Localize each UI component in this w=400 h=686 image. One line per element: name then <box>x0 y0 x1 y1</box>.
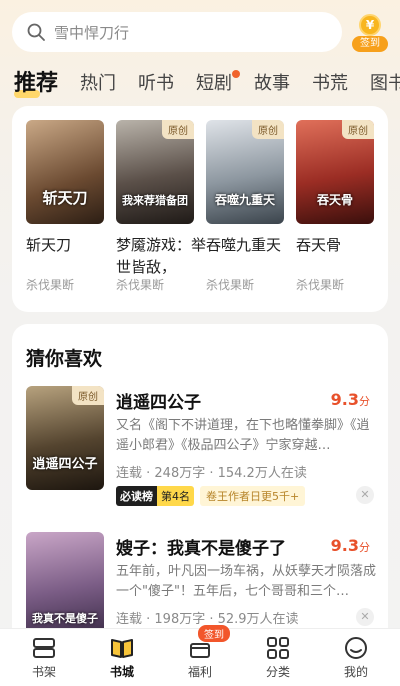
tab-label: 听书 <box>138 73 174 94</box>
ranking-tag: 必读榜 <box>116 486 157 506</box>
cover-title: 吞噬九重天 <box>214 193 275 207</box>
book-author: 杀伐果断 <box>296 278 345 292</box>
search-placeholder: 雪中悍刀行 <box>54 23 130 42</box>
score-unit: 分 <box>359 395 370 408</box>
book-title: 梦魇游戏：举世皆敌， <box>116 236 207 276</box>
tab-short-drama[interactable]: 短剧 <box>196 66 240 102</box>
book-cover: 原创 吞天骨 <box>296 120 374 224</box>
book-title: 斩天刀 <box>26 236 72 254</box>
bookstore-icon <box>111 639 133 658</box>
tab-label: 图书 <box>370 73 400 94</box>
tab-label: 书荒 <box>312 73 348 94</box>
nav-bookstore[interactable]: 书城 <box>92 635 152 680</box>
score-value: 9.3 <box>330 390 359 409</box>
cover-title: 我真不是傻子 <box>32 612 98 625</box>
cover-title: 逍遥四公子 <box>32 457 98 472</box>
tab-books[interactable]: 图书 <box>370 66 400 102</box>
tab-story[interactable]: 故事 <box>254 66 290 102</box>
featured-book[interactable]: 原创 我来荐猎备团 梦魇游戏：举世皆敌， <box>116 120 206 278</box>
tab-book-shortage[interactable]: 书荒 <box>312 66 348 102</box>
recommend-card: 猜你喜欢 原创 逍遥四公子 逍遥四公子 9.3分 又名《阁下不讲道理，在下也略懂… <box>12 324 388 644</box>
author-tag: 卷王作者日更5千+ <box>200 486 306 506</box>
featured-book[interactable]: 原创 吞噬九重天 吞噬九重天 <box>206 120 284 256</box>
book-description: 又名《阁下不讲道理，在下也略懂拳脚》《逍遥小郎君》《极品四公子》宁家穿越… <box>116 418 370 453</box>
tab-label: 故事 <box>254 73 290 94</box>
tab-hot[interactable]: 热门 <box>80 66 116 102</box>
book-title: 吞天骨 <box>296 236 342 254</box>
checkin-button[interactable]: ¥ 签到 <box>352 12 388 52</box>
original-badge: 原创 <box>252 120 284 139</box>
book-cover: 斩天刀 <box>26 120 104 224</box>
nav-profile[interactable]: 我的 <box>326 635 386 680</box>
close-icon[interactable]: ✕ <box>356 608 374 626</box>
nav-label: 福利 <box>187 665 212 679</box>
book-author: 杀伐果断 <box>206 278 255 292</box>
nav-label: 我的 <box>343 665 368 679</box>
list-item[interactable]: 原创 逍遥四公子 逍遥四公子 9.3分 又名《阁下不讲道理，在下也略懂拳脚》《逍… <box>26 386 376 516</box>
book-description: 五年前，叶凡因一场车祸，从妖孽天才陨落成一个"傻子"！五年后，七个哥哥和三个… <box>116 564 377 599</box>
book-cover: 原创 吞噬九重天 <box>206 120 284 224</box>
new-dot <box>232 70 240 78</box>
book-tags: 必读榜 第4名 卷王作者日更5千+ <box>116 486 306 506</box>
tab-label: 热门 <box>80 73 116 94</box>
book-meta: 连载 · 248万字 · 154.2万人在读 <box>116 466 307 481</box>
score-unit: 分 <box>359 541 370 554</box>
book-title: 嫂子：我真不是傻子了 <box>116 539 286 559</box>
featured-books-card: 斩天刀 斩天刀 杀伐果断 原创 我来荐猎备团 梦魇游戏：举世皆敌， 杀伐果断 原… <box>12 106 388 312</box>
profile-icon <box>345 637 367 659</box>
category-tabs: 推荐 热门 听书 短剧 故事 书荒 图书 <box>0 66 400 102</box>
search-icon <box>27 23 45 41</box>
book-title: 逍遥四公子 <box>116 393 201 413</box>
cover-title: 我来荐猎备团 <box>122 194 188 207</box>
nav-label: 分类 <box>265 665 290 679</box>
book-title: 吞噬九重天 <box>206 236 282 254</box>
cover-title: 斩天刀 <box>42 189 88 207</box>
original-badge: 原创 <box>72 386 104 405</box>
tab-label: 短剧 <box>196 73 232 94</box>
category-icon <box>267 637 289 659</box>
book-cover: 我真不是傻子 <box>26 532 104 636</box>
checkin-badge: 签到 <box>198 625 230 642</box>
close-icon[interactable]: ✕ <box>356 486 374 504</box>
original-badge: 原创 <box>162 120 194 139</box>
tab-audiobook[interactable]: 听书 <box>138 66 174 102</box>
tab-label: 推荐 <box>14 71 59 96</box>
bookshelf-icon <box>33 638 55 658</box>
book-cover: 原创 我来荐猎备团 <box>116 120 194 224</box>
book-author: 杀伐果断 <box>26 278 75 292</box>
book-cover: 原创 逍遥四公子 <box>26 386 104 490</box>
nav-category[interactable]: 分类 <box>248 635 308 680</box>
score-value: 9.3 <box>330 536 359 555</box>
nav-bookshelf[interactable]: 书架 <box>14 635 74 680</box>
nav-label: 书城 <box>109 665 134 679</box>
book-score: 9.3分 <box>331 536 370 555</box>
coin-icon: ¥ <box>359 14 381 36</box>
book-score: 9.3分 <box>331 390 370 409</box>
nav-label: 书架 <box>31 665 56 679</box>
rank-position-tag: 第4名 <box>157 486 194 506</box>
cover-title: 吞天骨 <box>316 193 353 207</box>
featured-book[interactable]: 原创 吞天骨 吞天骨 <box>296 120 374 256</box>
book-author: 杀伐果断 <box>116 278 165 292</box>
featured-book[interactable]: 斩天刀 斩天刀 <box>26 120 104 256</box>
section-title: 猜你喜欢 <box>26 348 103 370</box>
bottom-nav: 书架 书城 福利 签到 分类 我的 <box>0 625 400 686</box>
tab-recommend[interactable]: 推荐 <box>14 66 58 102</box>
search-bar[interactable]: 雪中悍刀行 <box>12 12 342 52</box>
original-badge: 原创 <box>342 120 374 139</box>
checkin-label: 签到 <box>352 36 388 52</box>
